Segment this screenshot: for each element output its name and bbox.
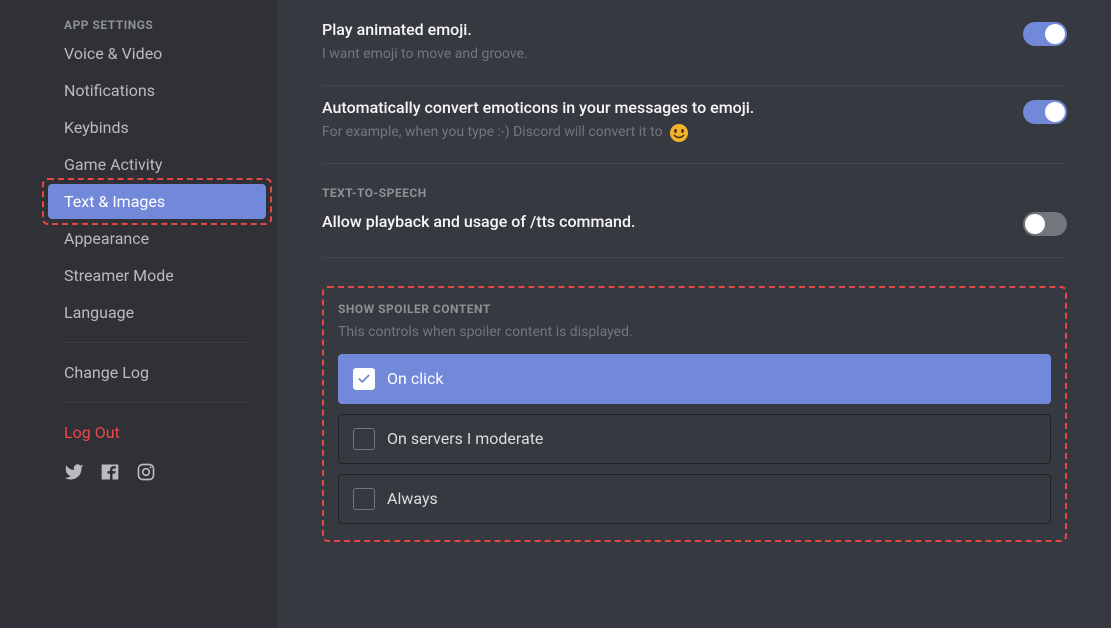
section-desc: This controls when spoiler content is di… [338,324,1051,340]
sidebar-separator [64,342,250,343]
setting-convert-emoticons: Automatically convert emoticons in your … [322,86,1067,163]
toggle-tts[interactable] [1023,212,1067,236]
setting-animated-emoji: Play animated emoji. I want emoji to mov… [322,8,1067,85]
setting-desc: I want emoji to move and groove. [322,45,1067,65]
facebook-icon[interactable] [100,462,120,482]
setting-title: Automatically convert emoticons in your … [322,98,1067,117]
spoiler-option-always[interactable]: Always [338,474,1051,524]
sidebar-item-notifications[interactable]: Notifications [48,73,266,108]
setting-desc: For example, when you type :-) Discord w… [322,123,1067,143]
sidebar: APP SETTINGS Voice & Video Notifications… [0,0,278,628]
sidebar-item-streamer-mode[interactable]: Streamer Mode [48,258,266,293]
setting-desc-text: For example, when you type :-) Discord w… [322,123,663,143]
toggle-knob [1025,214,1045,234]
spoiler-option-moderate[interactable]: On servers I moderate [338,414,1051,464]
twitter-icon[interactable] [64,462,84,482]
section-header-tts: TEXT-TO-SPEECH [322,186,1067,200]
sidebar-item-log-out[interactable]: Log Out [48,415,266,450]
sidebar-item-keybinds[interactable]: Keybinds [48,110,266,145]
spoiler-option-on-click[interactable]: On click [338,354,1051,404]
sidebar-socials [48,452,266,496]
sidebar-item-change-log[interactable]: Change Log [48,355,266,390]
setting-title: Play animated emoji. [322,20,1067,39]
content: Play animated emoji. I want emoji to mov… [278,0,1111,628]
checkbox-icon [353,428,375,450]
toggle-knob [1045,24,1065,44]
setting-tts: Allow playback and usage of /tts command… [322,208,1067,257]
sidebar-header: APP SETTINGS [48,10,266,36]
checkbox-icon [353,488,375,510]
sidebar-separator [64,402,250,403]
toggle-convert-emoticons[interactable] [1023,100,1067,124]
instagram-icon[interactable] [136,462,156,482]
radio-label: On click [387,369,443,388]
sidebar-item-appearance[interactable]: Appearance [48,221,266,256]
sidebar-item-voice-video[interactable]: Voice & Video [48,36,266,71]
toggle-knob [1045,102,1065,122]
section-header-spoiler: SHOW SPOILER CONTENT [338,302,1051,316]
spoiler-radio-group: On click On servers I moderate Always [338,354,1051,524]
divider [322,257,1067,258]
sidebar-item-text-images[interactable]: Text & Images [48,184,266,219]
divider [322,163,1067,164]
radio-label: On servers I moderate [387,429,543,448]
sidebar-item-language[interactable]: Language [48,295,266,330]
sidebar-item-game-activity[interactable]: Game Activity [48,147,266,182]
checkbox-icon [353,368,375,390]
smile-emoji-icon [669,123,689,143]
toggle-animated-emoji[interactable] [1023,22,1067,46]
setting-title: Allow playback and usage of /tts command… [322,212,1067,231]
radio-label: Always [387,489,438,508]
spoiler-section: SHOW SPOILER CONTENT This controls when … [322,286,1067,542]
